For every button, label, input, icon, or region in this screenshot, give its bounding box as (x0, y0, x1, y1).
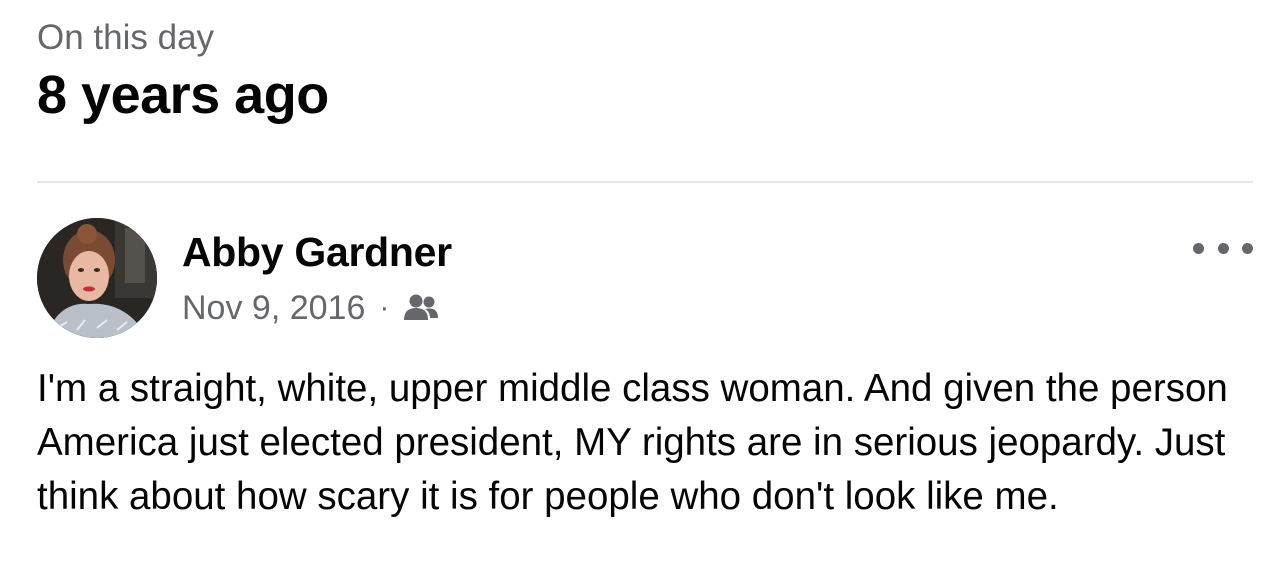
memory-header: On this day 8 years ago (37, 14, 1253, 129)
friends-icon[interactable] (403, 290, 439, 326)
meta-separator: · (379, 291, 390, 324)
post-header: Abby Gardner Nov 9, 2016 · (37, 218, 1253, 340)
post-text: I'm a straight, white, upper middle clas… (37, 367, 1228, 518)
section-divider (37, 181, 1253, 183)
more-dot (1242, 242, 1253, 254)
more-dot (1193, 242, 1204, 254)
more-dot (1217, 242, 1229, 254)
memory-kicker: On this day (37, 18, 215, 57)
author-name[interactable]: Abby Gardner (182, 226, 452, 278)
memory-title: 8 years ago (37, 65, 329, 125)
post-date[interactable]: Nov 9, 2016 (182, 289, 365, 328)
more-options-icon[interactable] (1193, 236, 1253, 260)
author-avatar[interactable] (37, 218, 157, 338)
post-meta: Nov 9, 2016 · (182, 286, 439, 330)
